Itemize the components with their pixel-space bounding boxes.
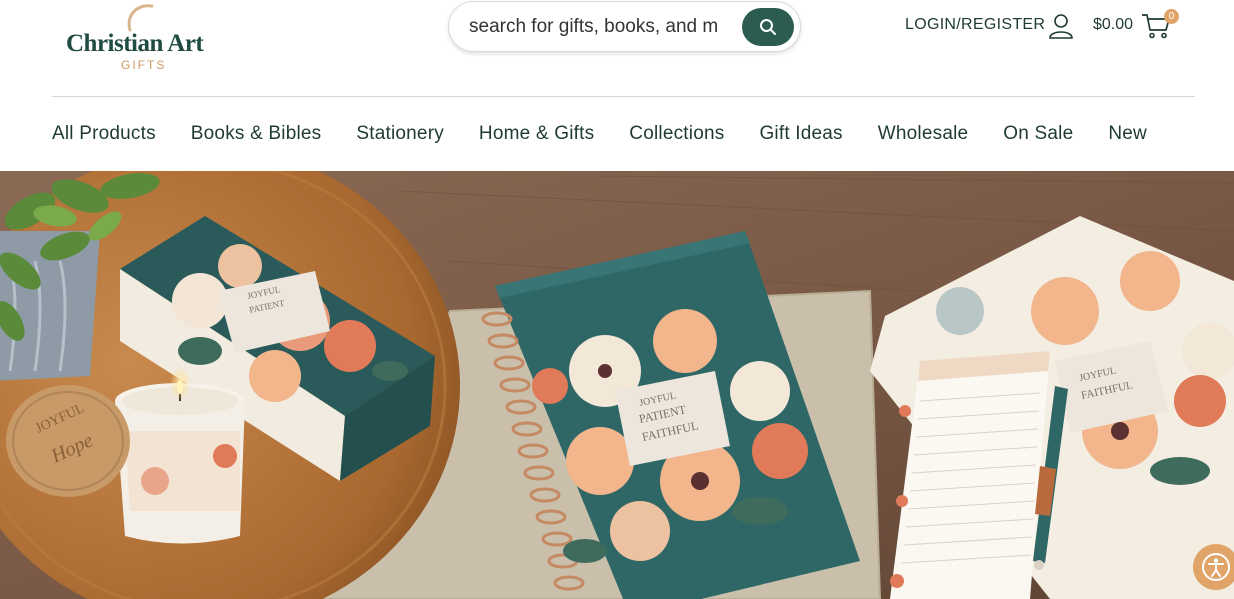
nav-item-books-bibles[interactable]: Books & Bibles xyxy=(191,120,322,148)
nav-item-stationery[interactable]: Stationery xyxy=(356,120,444,148)
hero-product-photo: JOYFUL PATIENT JOYFUL Hope JOYFUL PATIEN… xyxy=(0,171,1234,599)
site-header: Christian Art GIFTS LOGIN/REGISTER $0.00… xyxy=(0,0,1234,96)
hero-banner[interactable]: JOYFUL PATIENT JOYFUL Hope JOYFUL PATIEN… xyxy=(0,171,1234,599)
search-input[interactable] xyxy=(469,15,721,39)
brand-logo[interactable]: Christian Art GIFTS xyxy=(66,2,226,74)
user-icon[interactable] xyxy=(1048,13,1074,39)
nav-item-wholesale[interactable]: Wholesale xyxy=(878,120,969,148)
search-bar xyxy=(448,1,801,52)
cart-count-badge: 0 xyxy=(1164,9,1179,24)
nav-item-home-gifts[interactable]: Home & Gifts xyxy=(479,120,594,148)
nav-item-new[interactable]: New xyxy=(1108,120,1147,148)
login-register-link[interactable]: LOGIN/REGISTER xyxy=(905,16,1045,34)
main-nav: All Products Books & Bibles Stationery H… xyxy=(52,120,1182,148)
header-divider xyxy=(52,96,1195,97)
nav-item-collections[interactable]: Collections xyxy=(629,120,724,148)
accessibility-icon xyxy=(1202,553,1230,581)
search-icon xyxy=(760,19,776,35)
brand-subtitle: GIFTS xyxy=(121,58,167,72)
nav-item-all-products[interactable]: All Products xyxy=(52,120,156,148)
nav-item-gift-ideas[interactable]: Gift Ideas xyxy=(759,120,842,148)
logo-swoosh-icon xyxy=(127,4,154,32)
accessibility-button[interactable] xyxy=(1193,544,1234,590)
nav-item-on-sale[interactable]: On Sale xyxy=(1003,120,1073,148)
cart-total[interactable]: $0.00 xyxy=(1093,16,1133,34)
search-button[interactable] xyxy=(742,8,794,46)
brand-name: Christian Art xyxy=(66,30,204,57)
